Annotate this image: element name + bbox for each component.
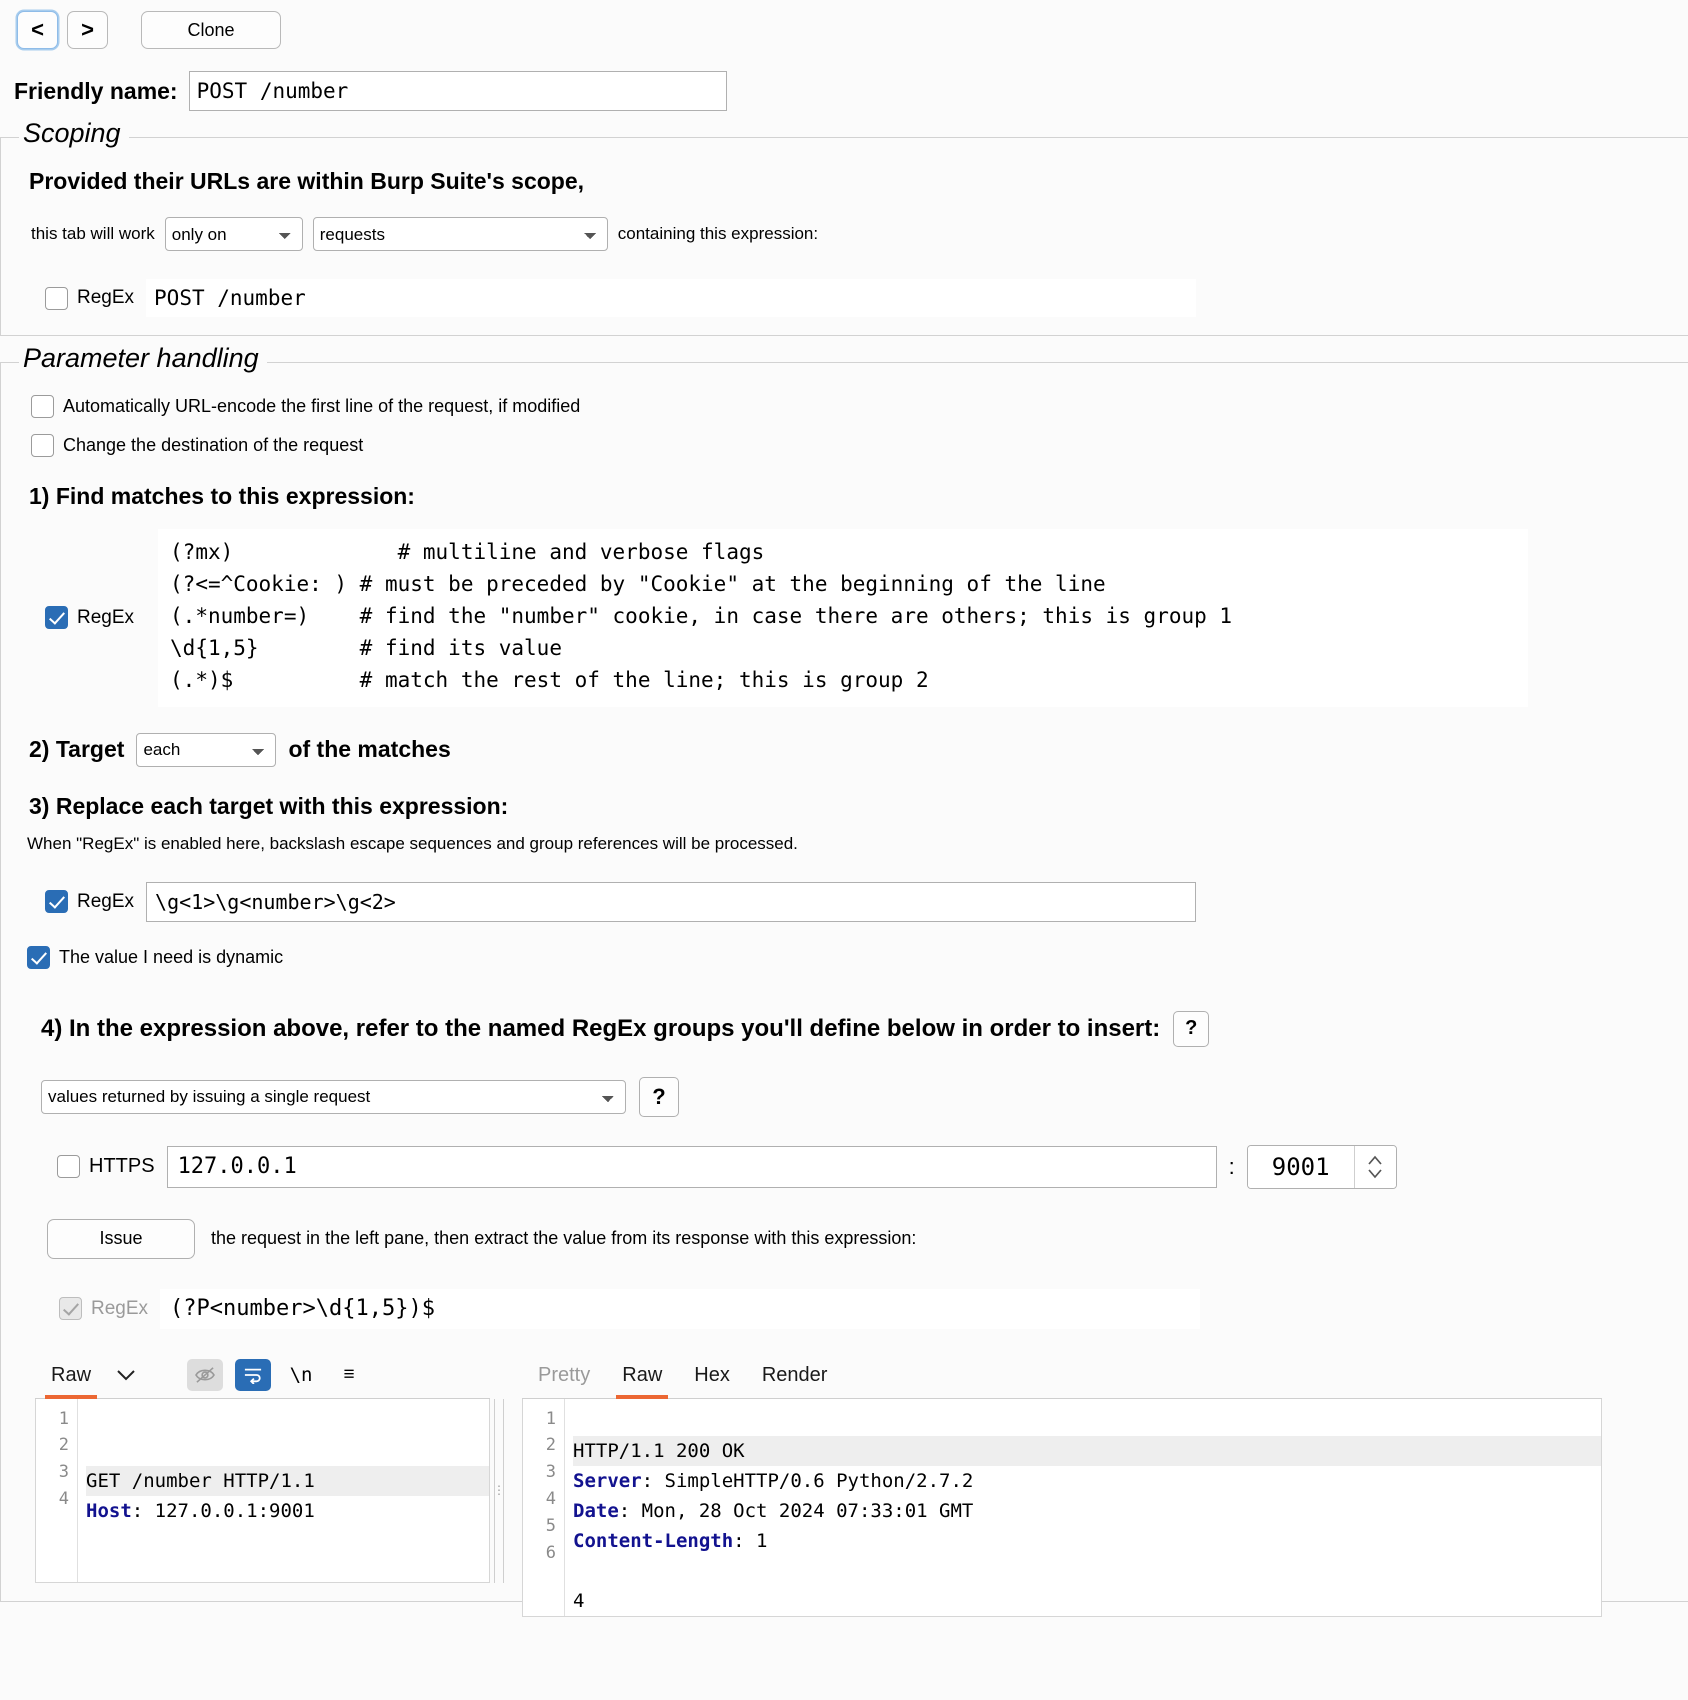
chevron-down-icon[interactable] (107, 1355, 145, 1395)
response-pane: Pretty Raw Hex Render 123456 HTTP/1.1 20… (522, 1353, 1602, 1583)
request-line-1: GET /number HTTP/1.1 (86, 1466, 489, 1496)
response-line-numbers: 123456 (523, 1399, 565, 1616)
step1-regex-checkbox[interactable] (45, 606, 68, 629)
step4-source-select[interactable]: values returned by issuing a single requ… (41, 1080, 626, 1114)
port-input[interactable] (1248, 1146, 1354, 1188)
step1-expression-input[interactable]: (?mx) # multiline and verbose flags (?<=… (158, 529, 1528, 707)
step1-heading: 1) Find matches to this expression: (29, 483, 1688, 510)
port-spinner-icon[interactable] (1354, 1146, 1396, 1188)
request-pane-toolbar: Raw (35, 1353, 490, 1399)
host-port-separator: : (1229, 1154, 1235, 1180)
clone-button[interactable]: Clone (141, 11, 281, 49)
scoping-group: Scoping Provided their URLs are within B… (0, 137, 1688, 336)
response-line-1: HTTP/1.1 200 OK (573, 1436, 1601, 1466)
friendly-name-input[interactable] (189, 71, 727, 111)
response-line-4: Content-Length: 1 (573, 1530, 767, 1552)
extract-expression-input[interactable]: (?P<number>\d{1,5})$ (160, 1289, 1200, 1329)
urlencode-label: Automatically URL-encode the first line … (63, 396, 580, 417)
pane-splitter[interactable]: ⋮ (494, 1399, 504, 1583)
menu-icon[interactable]: ≡ (331, 1359, 367, 1391)
step3-regex-label: RegEx (77, 891, 134, 913)
newline-icon[interactable]: \n (283, 1359, 319, 1391)
step2-prefix-label: 2) Target (29, 736, 124, 763)
port-stepper[interactable] (1247, 1145, 1397, 1189)
step2-suffix-label: of the matches (288, 736, 450, 763)
dynamic-value-row: The value I need is dynamic (27, 946, 1688, 969)
wrap-lines-icon[interactable] (235, 1359, 271, 1391)
step3-expression-row: RegEx (45, 882, 1688, 922)
scoping-regex-checkbox[interactable] (45, 287, 68, 310)
extract-regex-checkbox[interactable] (59, 1297, 82, 1320)
scoping-expression-row: RegEx POST /number (45, 279, 1688, 317)
response-editor[interactable]: 123456 HTTP/1.1 200 OK Server: SimpleHTTP… (522, 1399, 1602, 1617)
https-label: HTTPS (89, 1155, 155, 1178)
step1-expression-row: RegEx (?mx) # multiline and verbose flag… (1, 529, 1688, 707)
request-tab-raw[interactable]: Raw (35, 1352, 107, 1398)
request-tool-icons: \n ≡ (187, 1359, 367, 1391)
chevron-updown-icon (1366, 1152, 1384, 1182)
change-destination-checkbox[interactable] (31, 434, 54, 457)
request-pane: Raw (35, 1353, 490, 1583)
urlencode-row: Automatically URL-encode the first line … (31, 395, 1688, 418)
scoping-controls-row: this tab will work only on requests cont… (31, 217, 1688, 251)
step3-regex-checkbox[interactable] (45, 890, 68, 913)
step4-source-help-button[interactable]: ? (639, 1077, 679, 1117)
parameter-handling-title: Parameter handling (19, 343, 267, 374)
scoping-heading: Provided their URLs are within Burp Suit… (29, 168, 1688, 195)
change-destination-label: Change the destination of the request (63, 435, 363, 456)
previous-button[interactable]: < (17, 11, 58, 49)
response-tab-render[interactable]: Render (746, 1352, 844, 1398)
scoping-target-select[interactable]: requests (313, 217, 608, 251)
change-destination-row: Change the destination of the request (31, 434, 1688, 457)
step4-heading-row: 4) In the expression above, refer to the… (41, 1011, 1688, 1047)
response-line-3: Date: Mon, 28 Oct 2024 07:33:01 GMT (573, 1500, 973, 1522)
top-toolbar: < > Clone (0, 0, 1688, 49)
scoping-regex-label: RegEx (77, 287, 134, 309)
step4-source-row: values returned by issuing a single requ… (41, 1077, 1688, 1117)
step2-row: 2) Target each of the matches (29, 733, 1688, 767)
https-checkbox[interactable] (57, 1155, 80, 1178)
editor-panes: Raw (35, 1353, 1635, 1583)
step1-regex-label: RegEx (77, 607, 134, 629)
issue-row: Issue the request in the left pane, then… (47, 1219, 1688, 1259)
friendly-name-label: Friendly name: (14, 78, 178, 105)
response-line-2: Server: SimpleHTTP/0.6 Python/2.7.2 (573, 1470, 973, 1492)
urlencode-checkbox[interactable] (31, 395, 54, 418)
request-line-2: Host: 127.0.0.1:9001 (86, 1500, 315, 1522)
scoping-prefix-text: this tab will work (31, 224, 155, 244)
response-line-6: 4 (573, 1590, 584, 1612)
splitter-dots-icon: ⋮ (493, 1486, 505, 1494)
step4-heading: 4) In the expression above, refer to the… (41, 1015, 1160, 1043)
step3-heading: 3) Replace each target with this express… (29, 793, 1688, 820)
response-tab-raw[interactable]: Raw (606, 1352, 678, 1398)
host-input[interactable] (167, 1146, 1217, 1188)
response-tab-hex[interactable]: Hex (678, 1352, 746, 1398)
dynamic-value-label: The value I need is dynamic (59, 947, 283, 968)
extract-regex-label: RegEx (91, 1298, 148, 1320)
scoping-mode-select[interactable]: only on (165, 217, 303, 251)
request-line-numbers: 1234 (36, 1399, 78, 1582)
step4-help-button[interactable]: ? (1173, 1011, 1209, 1047)
dynamic-value-checkbox[interactable] (27, 946, 50, 969)
response-code[interactable]: HTTP/1.1 200 OK Server: SimpleHTTP/0.6 Py… (565, 1399, 1601, 1616)
next-button[interactable]: > (67, 11, 108, 49)
scoping-expression-input[interactable]: POST /number (146, 279, 1196, 317)
scoping-title: Scoping (19, 118, 129, 149)
request-code[interactable]: GET /number HTTP/1.1 Host: 127.0.0.1:9001 (78, 1399, 489, 1582)
parameter-handling-group: Parameter handling Automatically URL-enc… (0, 362, 1688, 1602)
scoping-suffix-text: containing this expression: (618, 224, 818, 244)
extract-expression-row: RegEx (?P<number>\d{1,5})$ (59, 1289, 1688, 1329)
response-pane-tabs: Pretty Raw Hex Render (522, 1353, 1602, 1399)
step3-expression-input[interactable] (146, 882, 1196, 922)
issue-button[interactable]: Issue (47, 1219, 195, 1259)
step3-note: When "RegEx" is enabled here, backslash … (27, 834, 1688, 854)
response-tab-pretty[interactable]: Pretty (522, 1352, 606, 1398)
step2-target-select[interactable]: each (136, 733, 276, 767)
step4-host-row: HTTPS : (57, 1145, 1688, 1189)
request-editor[interactable]: 1234 GET /number HTTP/1.1 Host: 127.0.0.1… (35, 1399, 490, 1583)
issue-description: the request in the left pane, then extra… (211, 1228, 916, 1249)
eye-off-icon[interactable] (187, 1359, 223, 1391)
friendly-name-row: Friendly name: (0, 49, 1688, 111)
